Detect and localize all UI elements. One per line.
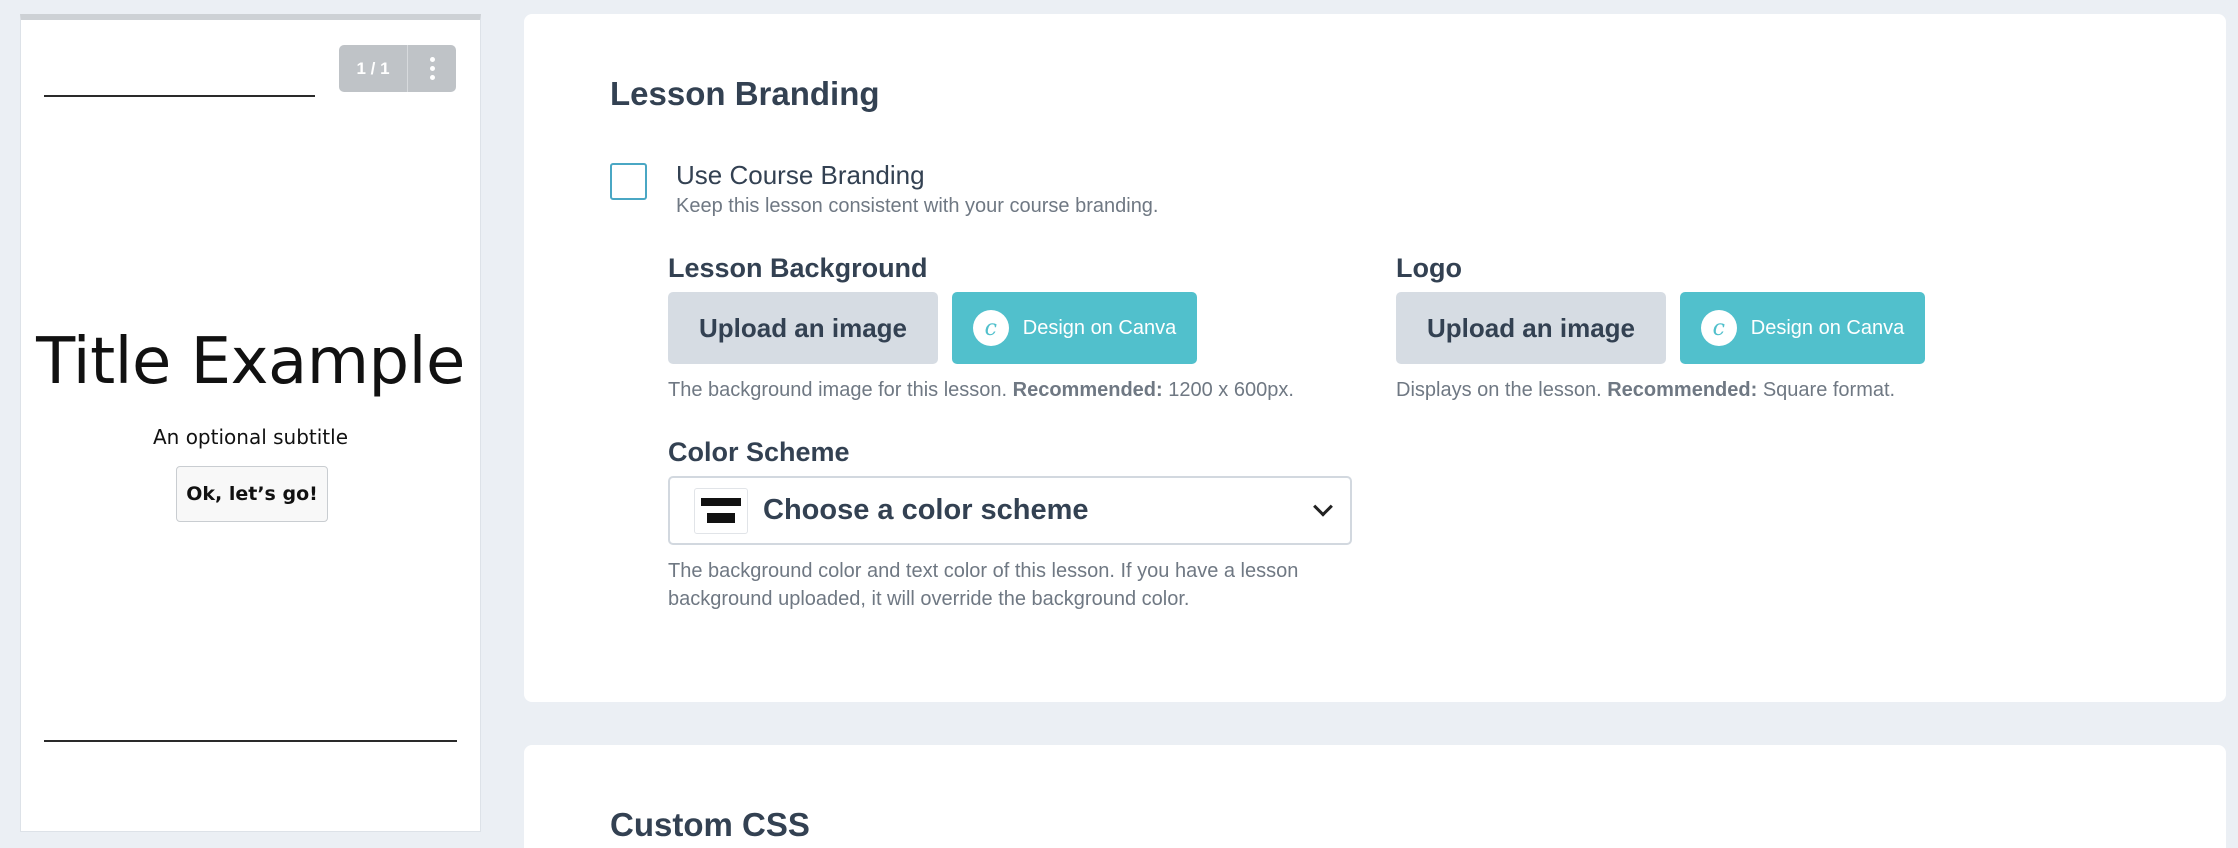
logo-design-on-canva-button[interactable]: c Design on Canva [1680,292,1925,364]
canva-button-label: Design on Canva [1750,316,1905,339]
logo-label: Logo [1396,253,1462,283]
page-count: 1 / 1 [339,45,408,92]
preview-footer-divider [44,740,457,742]
color-scheme-select[interactable]: Choose a color scheme [668,476,1352,545]
kebab-menu-icon [429,57,435,80]
color-scheme-label: Color Scheme [668,437,850,467]
preview-title: Title Example [36,325,465,399]
use-course-branding-label[interactable]: Use Course Branding [676,160,925,191]
lesson-background-label: Lesson Background [668,253,928,283]
canva-icon: c [972,310,1009,346]
canva-button-label: Design on Canva [1022,316,1177,339]
background-help-text: The background image for this lesson. Re… [668,379,1294,401]
use-course-branding-checkbox[interactable] [610,163,647,200]
use-course-branding-help: Keep this lesson consistent with your co… [676,195,1159,217]
preview-header-divider [44,95,315,97]
color-swatch-icon [694,487,748,534]
logo-upload-button[interactable]: Upload an image [1396,292,1666,364]
kebab-menu-button[interactable] [408,45,456,92]
lesson-branding-card: Lesson Branding Use Course Branding Keep… [524,14,2226,702]
background-upload-button[interactable]: Upload an image [668,292,938,364]
preview-start-button[interactable]: Ok, let’s go! [176,466,328,522]
chevron-down-icon [1313,496,1333,517]
preview-subtitle: An optional subtitle [152,425,349,449]
lesson-preview: 1 / 1 Title Example An optional subtitle… [20,14,481,832]
section-title-lesson-branding: Lesson Branding [610,75,880,112]
background-design-on-canva-button[interactable]: c Design on Canva [952,292,1197,364]
color-scheme-value: Choose a color scheme [763,494,1089,526]
color-scheme-help-text: The background color and text color of t… [668,560,1299,610]
section-title-custom-css: Custom CSS [610,806,810,843]
preview-pager: 1 / 1 [339,45,456,92]
logo-help-text: Displays on the lesson. Recommended: Squ… [1396,379,1896,401]
canva-icon: c [1700,310,1737,346]
custom-css-card: Custom CSS [524,745,2226,848]
